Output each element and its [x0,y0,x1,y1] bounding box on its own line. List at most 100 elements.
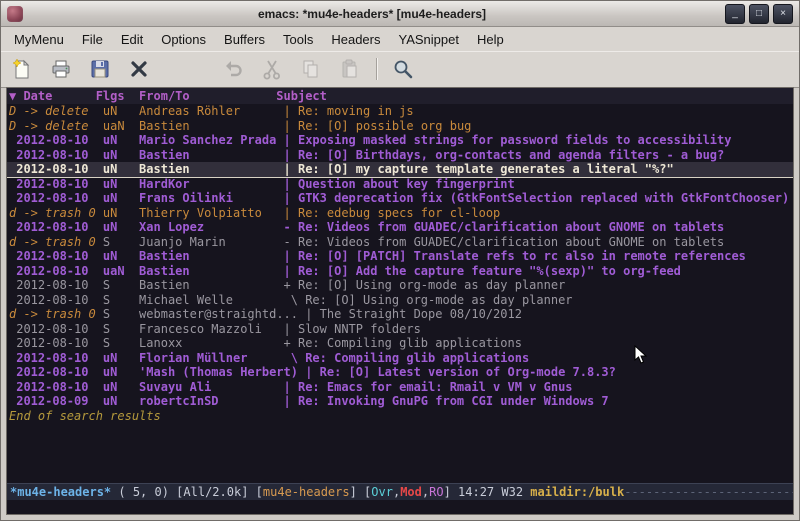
emacs-window: emacs: *mu4e-headers* [mu4e-headers] _ □… [0,0,800,521]
row-segment: d -> trash 0 [9,235,96,249]
message-row[interactable]: 2012-08-10 uN Florian Müllner \ Re: Comp… [7,351,793,366]
menu-item-help[interactable]: Help [468,29,513,50]
row-segment: d -> trash 0 [9,307,96,321]
row-segment: d -> trash 0 [9,206,96,220]
toolbar [1,51,799,88]
window-buttons: _ □ × [721,4,793,24]
window-title: emacs: *mu4e-headers* [mu4e-headers] [29,7,715,21]
message-row[interactable]: D -> delete uaN Bastien | Re: [O] possib… [7,119,793,134]
row-segment: uN Andreas Röhler | Re: moving in js [88,104,413,118]
message-row[interactable]: d -> trash 0 S webmaster@straightd... | … [7,307,793,322]
search-icon [392,58,414,80]
row-segment: 2012-08-10 uN Frans Oilinki | GTK3 depre… [9,191,789,205]
close-button[interactable]: × [773,4,793,24]
search-button[interactable] [390,56,416,82]
modeline-segment-buffer: *mu4e-headers* [10,485,111,499]
paste-button [337,56,363,82]
modeline-segment-path: maildir:/bulk [530,485,624,499]
message-row[interactable]: 2012-08-10 uN Suvayu Ali | Re: Emacs for… [7,380,793,395]
save-button[interactable] [87,56,113,82]
headers-column-header: ▼ Date Flgs From/To Subject [7,88,793,104]
modeline-segment-plain: ( 5, 0) [All/2.0k] [111,485,256,499]
modeline: *mu4e-headers* ( 5, 0) [All/2.0k] [mu4e-… [7,483,793,500]
row-segment: 2012-08-10 uN Xan Lopez - Re: Videos fro… [9,220,724,234]
row-segment: 2012-08-10 uN Bastien | Re: [O] my captu… [9,162,674,176]
message-row[interactable]: d -> trash 0 S Juanjo Marin - Re: Videos… [7,235,793,250]
message-row[interactable]: 2012-08-10 S Bastien + Re: [O] Using org… [7,278,793,293]
end-of-results: End of search results [7,409,793,424]
message-list: D -> delete uN Andreas Röhler | Re: movi… [7,104,793,409]
message-row[interactable]: 2012-08-10 uN HardKor | Question about k… [7,177,793,192]
menubar: MyMenuFileEditOptionsBuffersToolsHeaders… [1,27,799,51]
menu-item-edit[interactable]: Edit [112,29,152,50]
copy-icon [300,58,322,80]
modeline-segment-mod: Mod [400,485,422,499]
row-segment: 2012-08-10 uN Florian Müllner \ Re: Comp… [9,351,529,365]
menu-item-headers[interactable]: Headers [322,29,389,50]
row-segment: 2012-08-10 uN Bastien | Re: [O] [PATCH] … [9,249,746,263]
row-segment: D -> delete [9,104,88,118]
message-row[interactable]: D -> delete uN Andreas Röhler | Re: movi… [7,104,793,119]
row-segment: uN Thierry Volpiatto | Re: edebug specs … [96,206,501,220]
menu-item-tools[interactable]: Tools [274,29,322,50]
modeline-segment-plain: ] [ [350,485,372,499]
row-segment: 2012-08-10 uN HardKor | Question about k… [9,177,515,191]
row-segment: 2012-08-10 S Francesco Mazzoli | Slow NN… [9,322,421,336]
message-row[interactable]: 2012-08-10 S Francesco Mazzoli | Slow NN… [7,322,793,337]
row-segment: 2012-08-10 uaN Bastien | Re: [O] Add the… [9,264,681,278]
emacs-icon [7,6,23,22]
menu-item-options[interactable]: Options [152,29,215,50]
emacs-frame: ▼ Date Flgs From/To Subject D -> delete … [6,87,794,515]
message-row[interactable]: 2012-08-10 uN Frans Oilinki | GTK3 depre… [7,191,793,206]
message-row-selected[interactable]: 2012-08-10 uN Bastien | Re: [O] my captu… [7,162,793,177]
copy-button [298,56,324,82]
row-segment: 2012-08-10 uN 'Mash (Thomas Herbert) | R… [9,365,616,379]
kill-buffer-button[interactable] [126,56,152,82]
message-row[interactable]: 2012-08-10 S Michael Welle \ Re: [O] Usi… [7,293,793,308]
modeline-segment-plain: [ [256,485,263,499]
modeline-segment-plain: 14:27 W32 [458,485,530,499]
echo-area[interactable] [7,500,793,514]
toolbar-separator [376,58,377,80]
message-row[interactable]: 2012-08-10 uaN Bastien | Re: [O] Add the… [7,264,793,279]
row-segment: 2012-08-10 uN Mario Sanchez Prada | Expo… [9,133,731,147]
maximize-button[interactable]: □ [749,4,769,24]
undo-button [220,56,246,82]
kill-buffer-icon [128,58,150,80]
minimize-button[interactable]: _ [725,4,745,24]
message-row[interactable]: 2012-08-09 uN robertcInSD | Re: Invoking… [7,394,793,409]
save-icon [89,58,111,80]
cut-button [259,56,285,82]
new-file-button[interactable] [9,56,35,82]
row-segment: 2012-08-10 S Lanoxx + Re: Compiling glib… [9,336,522,350]
paste-icon [339,58,361,80]
undo-icon [222,58,244,80]
row-segment: uaN Bastien | Re: [O] possible org bug [88,119,471,133]
message-row[interactable]: 2012-08-10 uN 'Mash (Thomas Herbert) | R… [7,365,793,380]
row-segment: 2012-08-10 S Bastien + Re: [O] Using org… [9,278,565,292]
modeline-segment-mode: mu4e-headers [263,485,350,499]
message-row[interactable]: 2012-08-10 uN Bastien | Re: [O] [PATCH] … [7,249,793,264]
row-segment: S webmaster@straightd... | The Straight … [96,307,522,321]
message-row[interactable]: 2012-08-10 uN Mario Sanchez Prada | Expo… [7,133,793,148]
row-segment: 2012-08-10 S Michael Welle \ Re: [O] Usi… [9,293,573,307]
row-segment: 2012-08-10 uN Suvayu Ali | Re: Emacs for… [9,380,573,394]
message-row[interactable]: 2012-08-10 uN Xan Lopez - Re: Videos fro… [7,220,793,235]
modeline-segment-dashes: -------------------------------------- [624,485,793,499]
print-icon [50,58,72,80]
menu-item-buffers[interactable]: Buffers [215,29,274,50]
row-segment: 2012-08-10 uN Bastien | Re: [O] Birthday… [9,148,724,162]
menu-item-mymenu[interactable]: MyMenu [5,29,73,50]
new-file-icon [11,58,33,80]
menu-item-yasnippet[interactable]: YASnippet [389,29,467,50]
menu-item-file[interactable]: File [73,29,112,50]
modeline-segment-ro: RO [429,485,443,499]
message-row[interactable]: 2012-08-10 S Lanoxx + Re: Compiling glib… [7,336,793,351]
row-segment: D -> delete [9,119,88,133]
message-row[interactable]: 2012-08-10 uN Bastien | Re: [O] Birthday… [7,148,793,163]
message-row[interactable]: d -> trash 0 uN Thierry Volpiatto | Re: … [7,206,793,221]
titlebar[interactable]: emacs: *mu4e-headers* [mu4e-headers] _ □… [1,1,799,27]
print-button[interactable] [48,56,74,82]
modeline-segment-plain: ] [444,485,458,499]
row-segment: 2012-08-09 uN robertcInSD | Re: Invoking… [9,394,609,408]
